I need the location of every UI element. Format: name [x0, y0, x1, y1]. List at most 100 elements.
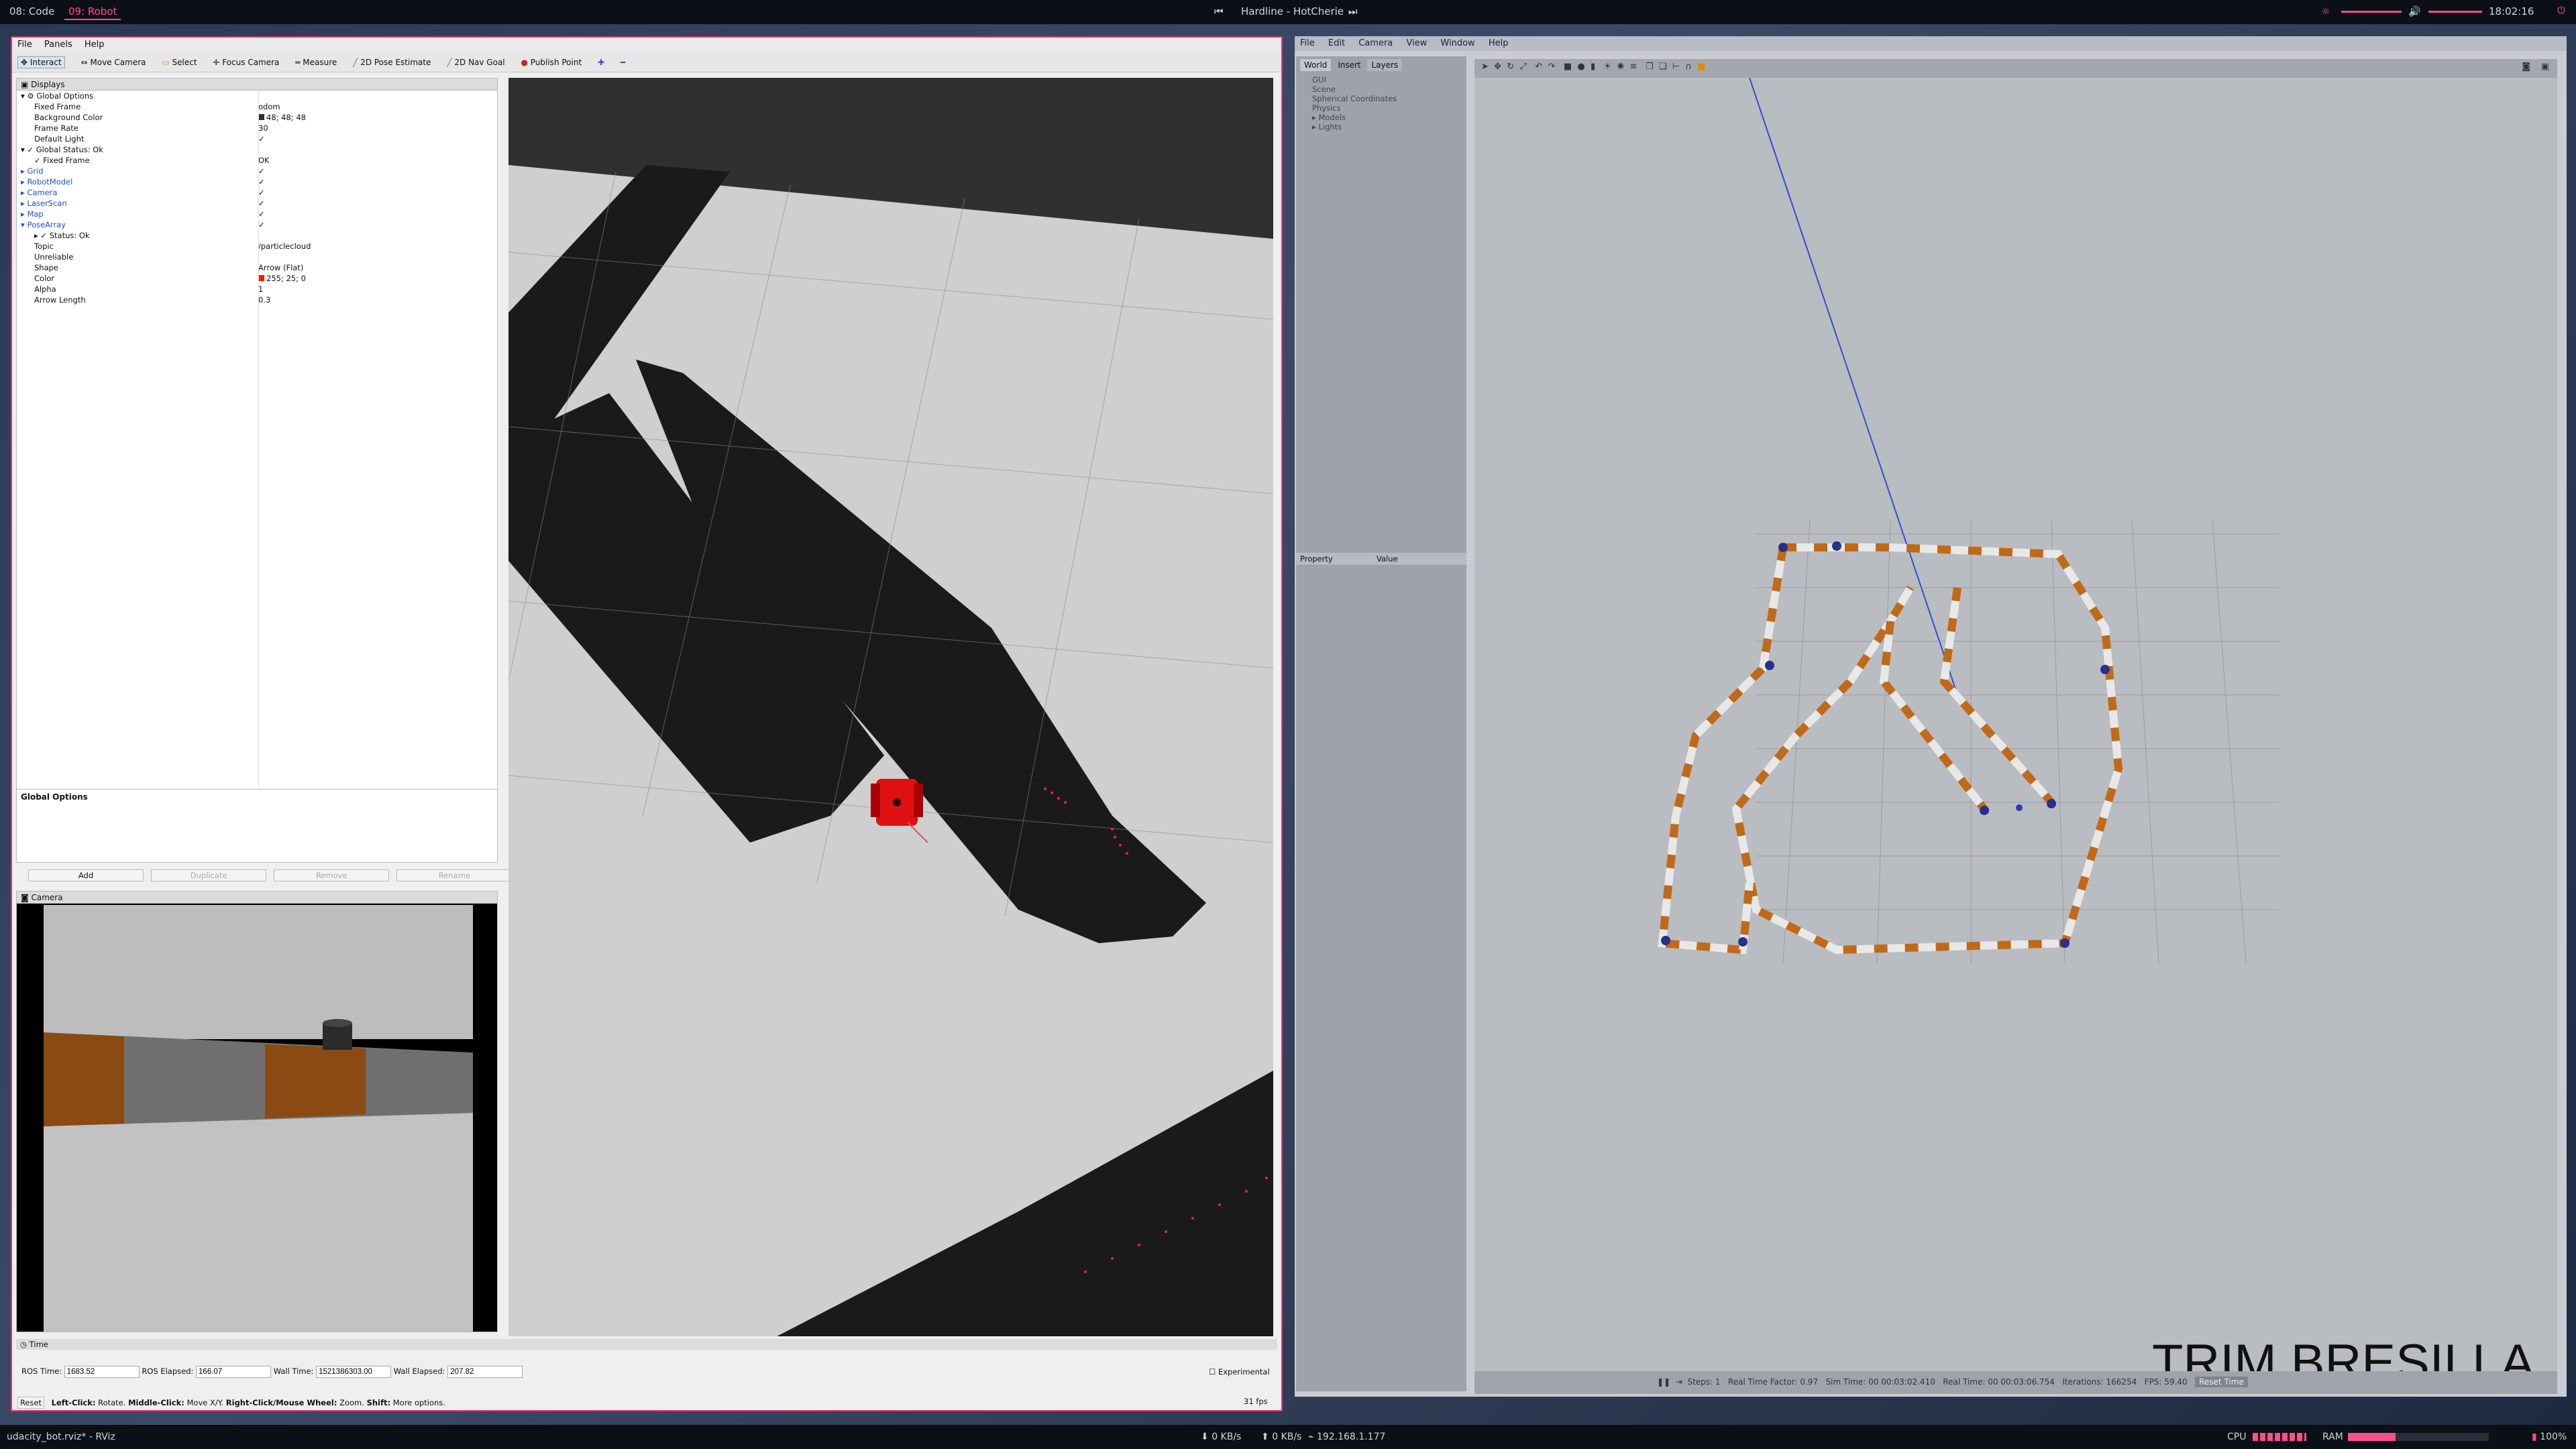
publish-point-tool[interactable]: ● Publish Point — [521, 58, 582, 67]
volume-slider[interactable] — [2428, 11, 2482, 13]
reset-button[interactable]: Reset — [17, 1397, 44, 1409]
directional-light-icon[interactable]: ≋ — [1630, 62, 1638, 72]
tree-row-value[interactable]: odom — [258, 101, 280, 112]
add-tool-icon[interactable]: ✚ — [598, 58, 604, 67]
tree-row[interactable]: Frame Rate 30 — [17, 123, 497, 133]
translate-mode-icon[interactable]: ✥ — [1494, 62, 1501, 72]
rename-button[interactable]: Rename — [396, 869, 513, 881]
tree-row[interactable]: ✓ Fixed Frame OK — [17, 155, 497, 166]
sphere-shape-icon[interactable]: ● — [1577, 62, 1585, 72]
tree-row[interactable]: ▸ ✓ Status: Ok — [17, 230, 497, 241]
wall-elapsed-field[interactable] — [447, 1366, 523, 1378]
tree-row[interactable]: Unreliable — [17, 252, 497, 262]
tree-row[interactable]: ▾ ✓ Global Status: Ok — [17, 144, 497, 155]
tree-row[interactable]: Fixed Frame odom — [17, 101, 497, 112]
gz-menu-window[interactable]: Window — [1440, 38, 1474, 48]
select-tool[interactable]: ▭ Select — [162, 58, 197, 67]
workspace-code[interactable]: 08: Code — [5, 4, 58, 19]
pause-icon[interactable]: ❚❚ — [1657, 1377, 1670, 1387]
brightness-slider[interactable] — [2341, 11, 2402, 13]
ros-elapsed-field[interactable] — [196, 1366, 272, 1378]
experimental-toggle[interactable]: ☐ Experimental — [1209, 1367, 1270, 1377]
undo-icon[interactable]: ↶ — [1535, 62, 1542, 72]
gz-menu-camera[interactable]: Camera — [1358, 38, 1393, 48]
select-mode-icon[interactable]: ➤ — [1481, 62, 1489, 72]
tree-row[interactable]: Background Color 48; 48; 48 — [17, 112, 497, 123]
tree-row[interactable]: ▸ Camera ✓ — [17, 187, 497, 198]
menu-help[interactable]: Help — [85, 40, 105, 50]
tree-row-value[interactable]: ✓ — [258, 187, 265, 198]
world-item-lights[interactable]: ▸ Lights — [1312, 122, 1450, 131]
snap-icon[interactable]: ∩ — [1685, 62, 1692, 72]
tree-row-value[interactable]: 48; 48; 48 — [258, 112, 306, 123]
paste-icon[interactable]: ❏ — [1659, 62, 1667, 72]
rviz-3d-view[interactable] — [508, 78, 1273, 1336]
tab-insert[interactable]: Insert — [1334, 59, 1364, 71]
volume-icon[interactable]: 🔊 — [2408, 5, 2421, 17]
world-item-physics[interactable]: Physics — [1312, 103, 1450, 113]
workspace-robot[interactable]: 09: Robot — [64, 4, 121, 20]
copy-icon[interactable]: ❐ — [1646, 62, 1654, 72]
tab-world[interactable]: World — [1300, 59, 1332, 71]
gz-menu-file[interactable]: File — [1300, 38, 1315, 48]
tree-row[interactable]: Shape Arrow (Flat) — [17, 262, 497, 273]
pose-estimate-tool[interactable]: ╱ 2D Pose Estimate — [353, 58, 431, 67]
move-camera-tool[interactable]: ⇔ Move Camera — [81, 58, 146, 67]
spot-light-icon[interactable]: ✺ — [1617, 62, 1624, 72]
tree-row[interactable]: ▾ ⚙ Global Options — [17, 91, 497, 101]
cylinder-shape-icon[interactable]: ▮ — [1591, 62, 1595, 72]
tree-row[interactable]: ▸ LaserScan ✓ — [17, 198, 497, 209]
previous-track-icon[interactable]: ⏮ — [1214, 5, 1224, 17]
record-icon[interactable]: ▣ — [2541, 62, 2549, 72]
remove-tool-icon[interactable]: ━ — [621, 58, 625, 67]
tree-row-value[interactable]: /particlecloud — [258, 241, 311, 252]
steps-value[interactable]: 1 — [1715, 1377, 1721, 1387]
tree-row[interactable]: ▾ PoseArray ✓ — [17, 219, 497, 230]
tree-row-value[interactable]: 0.3 — [258, 294, 270, 305]
step-icon[interactable]: ⇥ — [1676, 1377, 1682, 1387]
wall-time-field[interactable] — [316, 1366, 392, 1378]
tree-row-value[interactable]: ✓ — [258, 198, 265, 209]
menu-panels[interactable]: Panels — [44, 40, 72, 50]
world-item-scene[interactable]: Scene — [1312, 85, 1450, 94]
tree-row[interactable]: ▸ Map ✓ — [17, 209, 497, 219]
gazebo-3d-view[interactable]: ➤ ✥ ↻ ⤢ ↶ ↷ ■ ● ▮ ☀ ✺ ≋ ❐ ❏ ⊢ ∩ ■ ◙ ▣ TR… — [1474, 59, 2557, 1394]
tree-row-value[interactable]: 255; 25; 0 — [258, 273, 306, 284]
nav-goal-tool[interactable]: ╱ 2D Nav Goal — [447, 58, 504, 67]
gz-menu-help[interactable]: Help — [1489, 38, 1509, 48]
reset-time-button[interactable]: Reset Time — [2195, 1377, 2248, 1387]
world-item-models[interactable]: ▸ Models — [1312, 113, 1450, 122]
tree-row[interactable]: Color 255; 25; 0 — [17, 273, 497, 284]
interact-tool[interactable]: ✥ Interact — [17, 56, 65, 68]
ros-time-field[interactable] — [64, 1366, 140, 1378]
orange-mode-icon[interactable]: ■ — [1697, 62, 1705, 72]
remove-button[interactable]: Remove — [274, 869, 390, 881]
world-item-gui[interactable]: GUI — [1312, 75, 1450, 85]
gz-menu-edit[interactable]: Edit — [1328, 38, 1345, 48]
tree-row-value[interactable]: OK — [258, 155, 270, 166]
rotate-mode-icon[interactable]: ↻ — [1507, 62, 1514, 72]
scale-mode-icon[interactable]: ⤢ — [1520, 62, 1527, 72]
align-icon[interactable]: ⊢ — [1672, 62, 1680, 72]
tree-row-value[interactable]: 30 — [258, 123, 268, 133]
tree-row-value[interactable]: ✓ — [258, 176, 265, 187]
tree-row[interactable]: ▸ RobotModel ✓ — [17, 176, 497, 187]
point-light-icon[interactable]: ☀ — [1604, 62, 1612, 72]
menu-file[interactable]: File — [17, 40, 32, 50]
tree-row[interactable]: Alpha 1 — [17, 284, 497, 294]
power-icon[interactable]: ⏻ — [2557, 4, 2565, 16]
tree-row-value[interactable]: ✓ — [258, 166, 265, 176]
tree-row[interactable]: Default Light ✓ — [17, 133, 497, 144]
gz-menu-view[interactable]: View — [1406, 38, 1427, 48]
measure-tool[interactable]: ═ Measure — [295, 58, 337, 67]
tree-row-value[interactable]: Arrow (Flat) — [258, 262, 303, 273]
world-item-spherical[interactable]: Spherical Coordinates — [1312, 94, 1450, 103]
tree-row-value[interactable]: ✓ — [258, 219, 265, 230]
tree-row[interactable]: Arrow Length 0.3 — [17, 294, 497, 305]
brightness-icon[interactable]: ☼ — [2321, 5, 2330, 17]
tree-row-value[interactable]: ✓ — [258, 133, 265, 144]
tree-row[interactable]: ▸ Grid ✓ — [17, 166, 497, 176]
duplicate-button[interactable]: Duplicate — [151, 869, 267, 881]
next-track-icon[interactable]: ⏭ — [1348, 5, 1358, 17]
box-shape-icon[interactable]: ■ — [1564, 62, 1572, 72]
